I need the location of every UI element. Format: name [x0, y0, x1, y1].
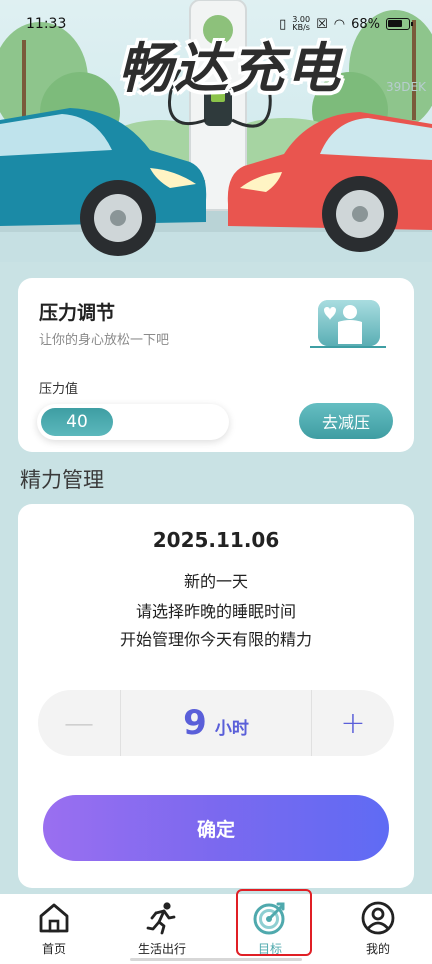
running-icon: [146, 902, 176, 935]
stress-slider-fill[interactable]: 40: [41, 408, 113, 436]
decrease-hours-button[interactable]: —: [38, 690, 120, 756]
confirm-button[interactable]: 确定: [43, 795, 389, 861]
stress-value: 40: [66, 412, 88, 432]
home-indicator[interactable]: [130, 958, 302, 961]
energy-card: 2025.11.06 新的一天 请选择昨晚的睡眠时间 开始管理你今天有限的精力 …: [18, 504, 414, 888]
watermark-text: 39DEK: [386, 80, 426, 94]
nav-highlight-box: [236, 889, 312, 956]
relieve-stress-button[interactable]: 去减压: [299, 403, 393, 439]
energy-section-title: 精力管理: [20, 468, 104, 492]
bottom-navigation: 首页 生活出行 目标 我的: [0, 894, 432, 964]
battery-icon: [386, 18, 413, 30]
energy-message-line-2: 请选择昨晚的睡眠时间: [135, 602, 296, 621]
battery-percent: 68%: [351, 16, 380, 32]
nav-item-mine[interactable]: 我的: [324, 894, 432, 964]
stress-slider[interactable]: 40: [37, 404, 229, 440]
nav-label-life-travel: 生活出行: [137, 942, 186, 956]
nav-item-life-travel[interactable]: 生活出行: [108, 894, 216, 964]
wifi-icon: ◠: [333, 16, 346, 32]
stress-card: 压力调节 让你的身心放松一下吧 压力值 40 去减压: [18, 278, 414, 452]
sleep-hours-unit: 小时: [214, 718, 249, 739]
stress-title: 压力调节: [39, 302, 116, 324]
home-icon: [39, 903, 69, 933]
energy-message-line-1: 新的一天: [183, 572, 248, 591]
nav-item-home[interactable]: 首页: [0, 894, 108, 964]
nav-label-mine: 我的: [365, 942, 390, 956]
sleep-hours-stepper: — 9 小时 +: [38, 690, 394, 756]
relaxation-illustration-icon: [310, 300, 386, 348]
network-speed: 3.00 KB/s: [292, 15, 311, 32]
stress-value-label: 压力值: [39, 382, 79, 397]
nav-label-home: 首页: [41, 942, 66, 956]
sleep-hours-number: 9: [183, 703, 207, 743]
energy-message-line-3: 开始管理你今天有限的精力: [119, 630, 312, 649]
stress-subtitle: 让你的身心放松一下吧: [39, 333, 170, 348]
hero-banner: 11:33 ▯ 3.00 KB/s ☒ ◠ 68% 畅达充电 39DEK: [0, 0, 432, 262]
status-time: 11:33: [26, 16, 67, 32]
status-bar: 11:33 ▯ 3.00 KB/s ☒ ◠ 68%: [0, 0, 432, 48]
user-icon: [361, 901, 395, 935]
status-icons: ▯ 3.00 KB/s ☒ ◠ 68%: [279, 15, 413, 32]
notification-off-icon: ☒: [316, 16, 328, 32]
sleep-hours-value: 9 小时: [121, 703, 311, 743]
vibrate-icon: ▯: [279, 16, 287, 32]
energy-date: 2025.11.06: [152, 528, 280, 552]
increase-hours-button[interactable]: +: [312, 690, 394, 756]
